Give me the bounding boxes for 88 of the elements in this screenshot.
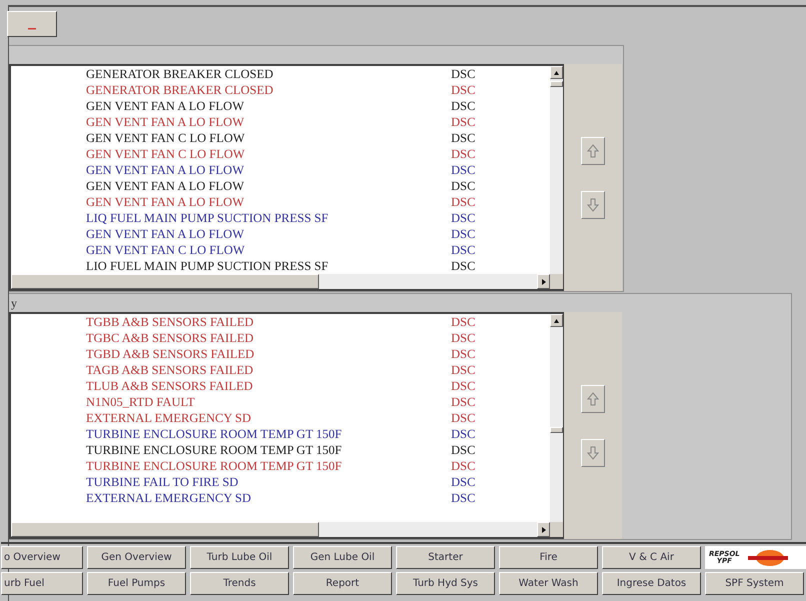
alarm-text: GEN VENT FAN A LO FLOW: [86, 98, 245, 114]
alarm-text: TURBINE ENCLOSURE ROOM TEMP GT 150F: [86, 426, 343, 442]
alarm-text: GEN VENT FAN A LO FLOW: [86, 162, 245, 178]
alarm-text: TGBC A&B SENSORS FAILED: [86, 330, 255, 346]
alarm-status: DSC: [451, 178, 476, 194]
alarm-text: GEN VENT FAN A LO FLOW: [86, 114, 245, 130]
alarm-text: GEN VENT FAN C LO FLOW: [86, 242, 246, 258]
alarm-status: DSC: [451, 330, 476, 346]
alarm-text: EXTERNAL EMERGENCY SD: [86, 490, 252, 506]
alarm-text: GEN VENT FAN C LO FLOW: [86, 146, 246, 162]
alarm-text: TURBINE ENCLOSURE ROOM TEMP GT 150F: [86, 442, 343, 458]
panel-title: y: [11, 296, 17, 310]
dash-icon: [28, 28, 36, 30]
alarm-status: DSC: [451, 98, 476, 114]
arrow-up-icon: [587, 392, 599, 406]
alarm-status: DSC: [451, 130, 476, 146]
alarm-status: DSC: [451, 410, 476, 426]
alarm-text: LIO FUEL MAIN PUMP SUCTION PRESS SF: [86, 258, 330, 274]
alarm-status: DSC: [451, 114, 476, 130]
nav-button[interactable]: Report: [293, 572, 392, 595]
alarm-text: EXTERNAL EMERGENCY SD: [86, 410, 252, 426]
alarm-text: GEN VENT FAN A LO FLOW: [86, 178, 245, 194]
alarm-text: TLUB A&B SENSORS FAILED: [86, 378, 254, 394]
alarm-status: DSC: [451, 194, 476, 210]
scrollbar-thumb[interactable]: [11, 274, 319, 289]
alarm-text: GEN VENT FAN A LO FLOW: [86, 226, 245, 242]
alarm-text: GENERATOR BREAKER CLOSED: [86, 82, 274, 98]
nav-button[interactable]: Fire: [499, 546, 598, 569]
alarm-text: TAGB A&B SENSORS FAILED: [86, 362, 254, 378]
scrollbar-thumb[interactable]: [11, 522, 319, 537]
alarm-status: DSC: [451, 146, 476, 162]
scrollbar-thumb[interactable]: [550, 427, 563, 433]
nav-button[interactable]: Turb Lube Oil: [190, 546, 289, 569]
alarm-status: DSC: [451, 426, 476, 442]
alarm-status: DSC: [451, 226, 476, 242]
alarm-text: TGBB A&B SENSORS FAILED: [86, 314, 255, 330]
alarm-text: GEN VENT FAN C LO FLOW: [86, 130, 246, 146]
scroll-up-button[interactable]: [581, 385, 605, 413]
horizontal-scrollbar[interactable]: [11, 522, 563, 537]
horizontal-scrollbar[interactable]: [11, 274, 563, 289]
alarm-status: DSC: [451, 242, 476, 258]
alarm-status: DSC: [451, 394, 476, 410]
scrollbar-thumb[interactable]: [550, 81, 563, 87]
alarm-status: DSC: [451, 458, 476, 474]
nav-button[interactable]: Gen Lube Oil: [293, 546, 392, 569]
alarm-status: DSC: [451, 346, 476, 362]
alarm-status: DSC: [451, 474, 476, 490]
alarm-text: N1N05_RTD FAULT: [86, 394, 196, 410]
arrow-down-icon: [587, 198, 599, 212]
alarm-status: DSC: [451, 490, 476, 506]
nav-button[interactable]: Gen Overview: [87, 546, 186, 569]
arrow-up-icon: [587, 144, 599, 158]
alarm-text: TURBINE FAIL TO FIRE SD: [86, 474, 240, 490]
alarm-status: DSC: [451, 162, 476, 178]
alarm-text: GENERATOR BREAKER CLOSED: [86, 66, 274, 82]
scroll-up-arrow-icon: [554, 318, 559, 322]
alarm-status: DSC: [451, 66, 476, 82]
alarm-text: LIQ FUEL MAIN PUMP SUCTION PRESS SF: [86, 210, 330, 226]
nav-button[interactable]: Ingrese Datos: [602, 572, 701, 595]
alarm-status: DSC: [451, 82, 476, 98]
alarm-status: DSC: [451, 442, 476, 458]
alarm-status: DSC: [451, 362, 476, 378]
nav-button[interactable]: Starter: [396, 546, 495, 569]
nav-button[interactable]: Trends: [190, 572, 289, 595]
alarm-status: DSC: [451, 378, 476, 394]
nav-button[interactable]: V & C Air: [602, 546, 701, 569]
toolbar-button[interactable]: [7, 11, 57, 37]
alarm-status: DSC: [451, 258, 476, 274]
nav-button[interactable]: Turb Hyd Sys: [396, 572, 495, 595]
vertical-scrollbar[interactable]: [550, 66, 563, 274]
scroll-right-arrow-icon: [542, 526, 546, 532]
arrow-down-icon: [587, 446, 599, 460]
scroll-up-arrow-icon: [554, 70, 559, 74]
nav-button[interactable]: Water Wash: [499, 572, 598, 595]
nav-button[interactable]: Fuel Pumps: [87, 572, 186, 595]
nav-button[interactable]: o Overview: [1, 546, 83, 569]
alarm-status: DSC: [451, 210, 476, 226]
alarm-text: TGBD A&B SENSORS FAILED: [86, 346, 256, 362]
nav-button[interactable]: urb Fuel: [1, 572, 83, 595]
scroll-down-button[interactable]: [581, 439, 605, 467]
scroll-down-button[interactable]: [581, 191, 605, 219]
alarm-text: GEN VENT FAN A LO FLOW: [86, 194, 245, 210]
nav-button[interactable]: SPF System: [705, 572, 804, 595]
vertical-scrollbar[interactable]: [550, 314, 563, 522]
scroll-up-button[interactable]: [581, 137, 605, 165]
scroll-right-arrow-icon: [542, 278, 546, 284]
alarm-text: TURBINE ENCLOSURE ROOM TEMP GT 150F: [86, 458, 343, 474]
alarm-status: DSC: [451, 314, 476, 330]
